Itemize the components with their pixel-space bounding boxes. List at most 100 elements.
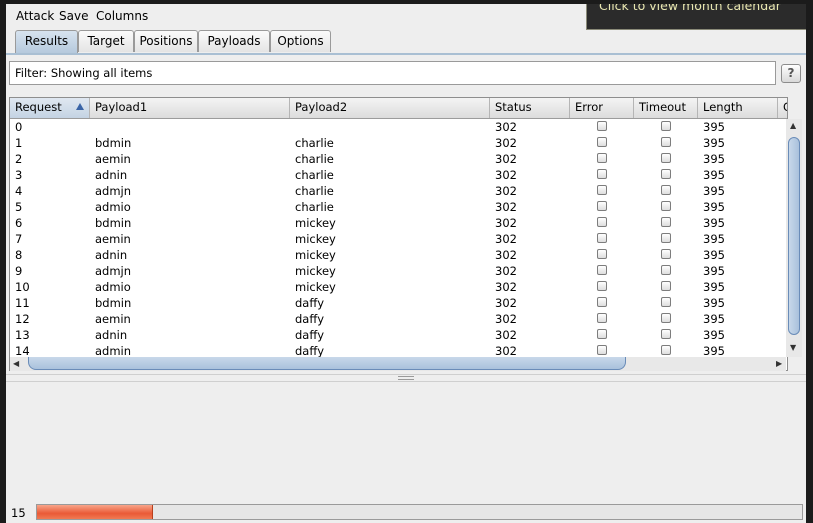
table-row[interactable]: 7 aemin mickey 302 395 [10, 231, 774, 247]
cell-status: 302 [495, 200, 517, 214]
menu-save[interactable]: Save [59, 9, 88, 23]
horizontal-scroll-thumb[interactable] [28, 357, 626, 370]
column-header-status[interactable]: Status [490, 98, 570, 118]
cell-request: 11 [15, 296, 30, 310]
table-row[interactable]: 8 adnin mickey 302 395 [10, 247, 774, 263]
cell-request: 9 [15, 264, 23, 278]
filter-text: Showing all items [50, 66, 153, 80]
filter-bar[interactable]: Filter: Showing all items [9, 61, 776, 85]
column-header-label: Request [15, 100, 62, 114]
cell-length: 395 [703, 152, 725, 166]
timeout-checkbox [661, 201, 671, 211]
cell-payload1: aemin [95, 232, 131, 246]
tab-options[interactable]: Options [270, 30, 331, 52]
tab-positions[interactable]: Positions [134, 30, 198, 52]
cell-payload2: mickey [295, 280, 336, 294]
vertical-scroll-thumb[interactable] [788, 137, 800, 335]
scroll-down-icon[interactable]: ▼ [790, 343, 796, 352]
cell-status: 302 [495, 328, 517, 342]
table-row[interactable]: 2 aemin charlie 302 395 [10, 151, 774, 167]
error-checkbox [597, 297, 607, 307]
cell-status: 302 [495, 152, 517, 166]
menu-attack[interactable]: Attack [16, 9, 54, 23]
column-header-comment[interactable]: C [778, 98, 787, 118]
cell-payload1 [90, 119, 95, 135]
error-checkbox [597, 345, 607, 355]
cell-payload2: charlie [295, 136, 334, 150]
table-row[interactable]: 0 302 395 [10, 119, 774, 135]
table-header: Request Payload1 Payload2 Status Error T… [10, 98, 787, 119]
cell-payload2: mickey [295, 216, 336, 230]
cell-status: 302 [495, 136, 517, 150]
table-row[interactable]: 3 adnin charlie 302 395 [10, 167, 774, 183]
timeout-checkbox [661, 217, 671, 227]
vertical-scrollbar[interactable]: ▲ ▼ [786, 119, 802, 357]
calendar-tooltip: Click to view month calendar [586, 4, 806, 30]
tab-target[interactable]: Target [78, 30, 134, 52]
cell-status: 302 [495, 168, 517, 182]
help-button[interactable]: ? [781, 64, 801, 83]
horizontal-scrollbar[interactable]: ◀ ▶ [10, 357, 786, 371]
column-header-error[interactable]: Error [570, 98, 634, 118]
column-header-payload2[interactable]: Payload2 [290, 98, 490, 118]
table-row[interactable]: 13 adnin daffy 302 395 [10, 327, 774, 343]
column-header-length[interactable]: Length [698, 98, 778, 118]
cell-payload2: charlie [295, 200, 334, 214]
progress-fill [37, 505, 153, 519]
table-row[interactable]: 12 aemin daffy 302 395 [10, 311, 774, 327]
cell-request: 3 [15, 168, 23, 182]
scroll-right-icon[interactable]: ▶ [776, 359, 782, 368]
cell-status: 302 [495, 232, 517, 246]
timeout-checkbox [661, 185, 671, 195]
cell-payload2: charlie [295, 168, 334, 182]
cell-status: 302 [495, 184, 517, 198]
cell-payload1: admjn [95, 264, 132, 278]
cell-status: 302 [495, 264, 517, 278]
cell-payload1: bdmin [95, 136, 132, 150]
cell-payload2: mickey [295, 264, 336, 278]
cell-request: 7 [15, 232, 23, 246]
table-row[interactable]: 1 bdmin charlie 302 395 [10, 135, 774, 151]
error-checkbox [597, 137, 607, 147]
cell-payload1: aemin [95, 152, 131, 166]
cell-payload1: adnin [95, 168, 128, 182]
cell-length: 395 [703, 248, 725, 262]
table-row[interactable]: 5 admio charlie 302 395 [10, 199, 774, 215]
timeout-checkbox [661, 329, 671, 339]
cell-status: 302 [495, 120, 517, 134]
scroll-left-icon[interactable]: ◀ [13, 359, 19, 368]
cell-status: 302 [495, 296, 517, 310]
error-checkbox [597, 265, 607, 275]
menu-columns[interactable]: Columns [96, 9, 148, 23]
table-row[interactable]: 10 admio mickey 302 395 [10, 279, 774, 295]
error-checkbox [597, 313, 607, 323]
table-body: 0 302 395 1 bdmin charlie 302 395 2 aemin charlie 3… [10, 119, 774, 359]
table-row[interactable]: 9 admjn mickey 302 395 [10, 263, 774, 279]
cell-length: 395 [703, 280, 725, 294]
column-header-request[interactable]: Request [10, 98, 90, 118]
error-checkbox [597, 169, 607, 179]
table-row[interactable]: 6 bdmin mickey 302 395 [10, 215, 774, 231]
cell-length: 395 [703, 232, 725, 246]
table-row[interactable]: 11 bdmin daffy 302 395 [10, 295, 774, 311]
tab-payloads[interactable]: Payloads [198, 30, 270, 52]
cell-payload1: admio [95, 200, 131, 214]
tab-underline [6, 53, 806, 55]
cell-payload1: admjn [95, 184, 132, 198]
split-pane-divider[interactable] [6, 374, 806, 382]
table-row[interactable]: 4 admjn charlie 302 395 [10, 183, 774, 199]
error-checkbox [597, 329, 607, 339]
tab-results[interactable]: Results [15, 30, 78, 54]
column-header-payload1[interactable]: Payload1 [90, 98, 290, 118]
error-checkbox [597, 185, 607, 195]
cell-request: 4 [15, 184, 23, 198]
timeout-checkbox [661, 249, 671, 259]
timeout-checkbox [661, 121, 671, 131]
cell-length: 395 [703, 120, 725, 134]
column-header-timeout[interactable]: Timeout [634, 98, 698, 118]
divider-grip-icon[interactable] [398, 376, 414, 380]
cell-status: 302 [495, 312, 517, 326]
scroll-up-icon[interactable]: ▲ [790, 121, 796, 130]
cell-payload2: mickey [295, 248, 336, 262]
cell-payload1: adnin [95, 248, 128, 262]
